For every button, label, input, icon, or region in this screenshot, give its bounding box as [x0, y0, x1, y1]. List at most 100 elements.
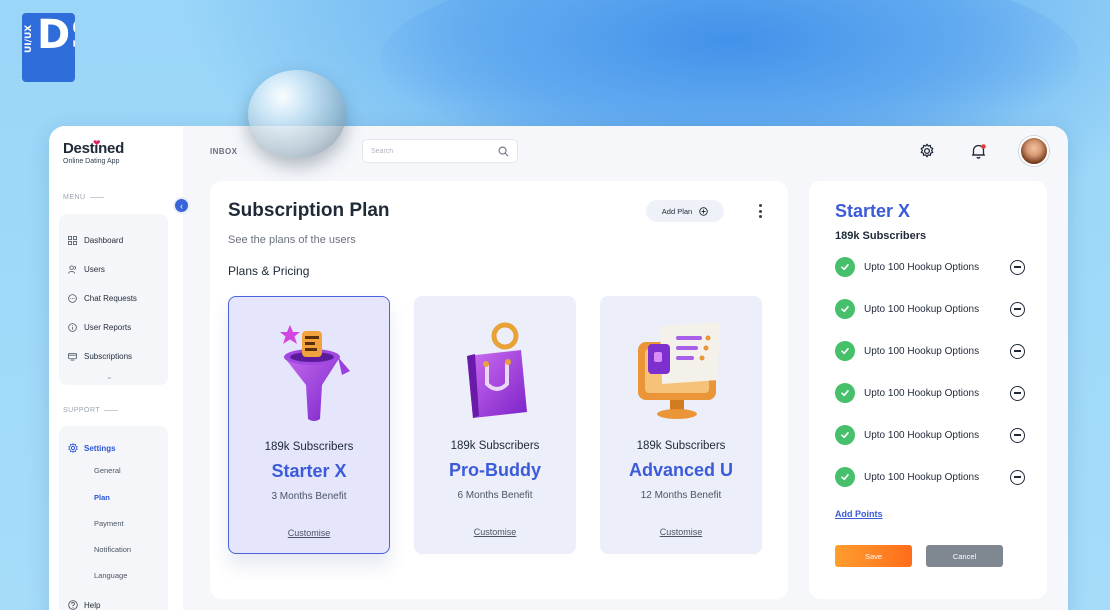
- info-icon: [68, 323, 77, 332]
- plan-option-text: Upto 100 Hookup Options: [864, 471, 980, 483]
- remove-option-icon[interactable]: [1010, 301, 1025, 317]
- plan-card-pro-buddy[interactable]: 189k Subscribers Pro-Buddy 6 Months Bene…: [414, 296, 576, 554]
- plan-name: Pro-Buddy: [449, 460, 541, 480]
- remove-option-icon[interactable]: [1010, 343, 1025, 359]
- app-logo[interactable]: ❤ Destined Online Dating App: [63, 138, 124, 165]
- chevron-down-icon[interactable]: ⌄: [106, 372, 113, 381]
- remove-option-icon[interactable]: [1010, 385, 1025, 401]
- notifications-button[interactable]: [968, 141, 988, 161]
- search-box[interactable]: [362, 139, 518, 163]
- user-avatar[interactable]: [1019, 136, 1049, 166]
- monitor-icon: [638, 322, 720, 419]
- topbar-section-title: INBOX: [210, 147, 238, 156]
- support-group: Settings General Plan Payment Notificati…: [59, 426, 168, 610]
- app-window: ❤ Destined Online Dating App MENU Dashbo…: [49, 126, 1068, 610]
- plan-card-advanced-u[interactable]: 189k Subscribers Advanced U 12 Months Be…: [600, 296, 762, 554]
- search-input[interactable]: [371, 147, 481, 155]
- sidebar-item-help[interactable]: Help: [68, 600, 100, 610]
- plan-option-text: Upto 100 Hookup Options: [864, 387, 980, 399]
- settings-sub-item-plan[interactable]: Plan: [94, 493, 110, 502]
- plus-circle-icon: [699, 206, 708, 216]
- add-plan-label: Add Plan: [661, 206, 693, 216]
- app-tagline: Online Dating App: [63, 158, 120, 165]
- remove-option-icon[interactable]: [1010, 259, 1025, 275]
- grid-icon: [68, 236, 77, 245]
- shopping-bag-icon: [467, 322, 527, 418]
- bell-icon: [971, 143, 986, 159]
- cancel-button[interactable]: Cancel: [926, 545, 1003, 567]
- more-options-icon[interactable]: [754, 202, 766, 220]
- check-icon: [835, 467, 855, 487]
- menu-section-label: MENU: [63, 194, 104, 201]
- sidebar-item-label: Dashboard: [84, 236, 124, 245]
- chevron-left-icon: ‹: [180, 200, 183, 211]
- sidebar-item-dashboard[interactable]: Dashboard: [68, 236, 123, 245]
- plan-option-text: Upto 100 Hookup Options: [864, 429, 980, 441]
- plan-details-subscribers: 189k Subscribers: [835, 230, 927, 242]
- check-icon: [835, 299, 855, 319]
- check-icon: [835, 383, 855, 403]
- remove-option-icon[interactable]: [1010, 427, 1025, 443]
- plan-option-row: Upto 100 Hookup Options: [835, 341, 1025, 361]
- plan-benefit: 12 Months Benefit: [640, 490, 722, 501]
- gear-icon: [68, 443, 78, 453]
- search-icon[interactable]: [498, 146, 509, 157]
- users-icon: [68, 265, 76, 274]
- plan-option-text: Upto 100 Hookup Options: [864, 303, 980, 315]
- help-label: Help: [84, 600, 101, 610]
- sidebar-item-subscriptions[interactable]: Subscriptions: [68, 352, 132, 361]
- settings-button[interactable]: [917, 141, 937, 161]
- subscription-plan-card: Subscription Plan See the plans of the u…: [210, 181, 788, 599]
- sidebar-item-users[interactable]: Users: [68, 265, 105, 274]
- customise-link[interactable]: Customise: [414, 527, 576, 537]
- menu-group: Dashboard Users Chat Requests User Repor…: [59, 214, 168, 385]
- plan-option-text: Upto 100 Hookup Options: [864, 345, 980, 357]
- check-icon: [835, 341, 855, 361]
- sidebar-item-settings[interactable]: Settings: [68, 443, 116, 453]
- settings-sub-item-notification[interactable]: Notification: [94, 545, 131, 554]
- plan-details-title: Starter X: [835, 201, 911, 221]
- save-button[interactable]: Save: [835, 545, 912, 567]
- plan-option-row: Upto 100 Hookup Options: [835, 425, 1025, 445]
- plan-name: Starter X: [271, 461, 347, 481]
- sidebar-item-chat-requests[interactable]: Chat Requests: [68, 294, 137, 303]
- sidebar-item-label: User Reports: [84, 323, 132, 332]
- plan-subscribers: 189k Subscribers: [636, 440, 726, 452]
- brand-badge-big: DS: [37, 13, 75, 58]
- brand-logo: UI/UX DS: [22, 13, 75, 82]
- plan-benefit: 6 Months Benefit: [457, 490, 533, 501]
- plan-subscribers: 189k Subscribers: [450, 440, 540, 452]
- plan-option-text: Upto 100 Hookup Options: [864, 261, 980, 273]
- plan-option-row: Upto 100 Hookup Options: [835, 299, 1025, 319]
- page-title: Subscription Plan: [228, 200, 390, 221]
- page-subtitle: See the plans of the users: [228, 234, 356, 246]
- heart-icon: ❤: [93, 138, 101, 148]
- sidebar: ❤ Destined Online Dating App MENU Dashbo…: [49, 126, 183, 610]
- customise-link[interactable]: Customise: [600, 527, 762, 537]
- settings-label: Settings: [84, 443, 116, 453]
- gear-icon: [920, 143, 934, 158]
- plan-option-row: Upto 100 Hookup Options: [835, 383, 1025, 403]
- brand-badge-small: UI/UX: [24, 24, 34, 53]
- section-title: Plans & Pricing: [228, 264, 310, 278]
- settings-sub-item-general[interactable]: General: [94, 466, 121, 475]
- plan-subscribers: 189k Subscribers: [264, 441, 354, 453]
- sidebar-collapse-button[interactable]: ‹: [173, 197, 190, 214]
- help-icon: [68, 600, 78, 610]
- subscriptions-icon: [68, 352, 77, 361]
- check-icon: [835, 425, 855, 445]
- remove-option-icon[interactable]: [1010, 469, 1025, 485]
- plan-name: Advanced U: [628, 460, 734, 480]
- customise-link[interactable]: Customise: [229, 528, 389, 538]
- sidebar-item-label: Chat Requests: [84, 294, 137, 303]
- plan-benefit: 3 Months Benefit: [271, 491, 347, 502]
- plan-card-starter-x[interactable]: 189k Subscribers Starter X 3 Months Bene…: [228, 296, 390, 554]
- settings-sub-item-payment[interactable]: Payment: [94, 519, 124, 528]
- sidebar-item-user-reports[interactable]: User Reports: [68, 323, 131, 332]
- support-section-label: SUPPORT: [63, 407, 119, 414]
- check-icon: [835, 257, 855, 277]
- settings-sub-item-language[interactable]: Language: [94, 571, 127, 580]
- chat-icon: [68, 294, 77, 303]
- add-plan-button[interactable]: Add Plan: [646, 200, 724, 222]
- add-points-link[interactable]: Add Points: [835, 509, 883, 519]
